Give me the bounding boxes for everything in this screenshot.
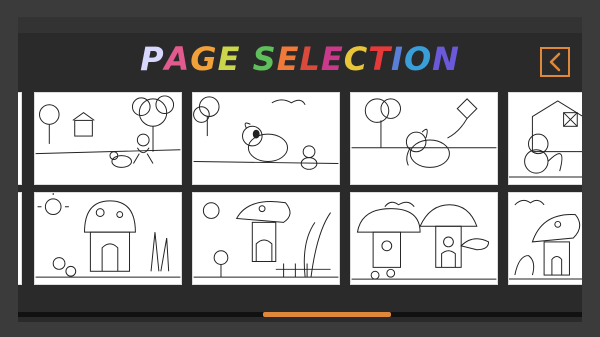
page-title: PAGE SELECTION — [0, 40, 600, 78]
title-letter: L — [299, 40, 321, 78]
back-button[interactable] — [540, 47, 570, 77]
top-bar — [18, 17, 582, 33]
title-letter: S — [252, 40, 277, 78]
title-letter: T — [368, 40, 392, 78]
title-letter: N — [432, 40, 460, 78]
coloring-page-squirrel-barn — [509, 100, 582, 178]
coloring-page-puppy-duck — [193, 96, 339, 170]
page-thumbnail-6[interactable] — [192, 192, 340, 285]
chevron-left-icon — [549, 52, 561, 72]
coloring-page-mushroom-meadow — [509, 199, 582, 280]
coloring-page-mushroom-house — [35, 193, 181, 278]
page-thumbnail-7[interactable] — [350, 192, 498, 285]
coloring-page-boy-park — [35, 95, 181, 168]
page-thumbnail-3[interactable] — [350, 92, 498, 185]
title-letter: G — [190, 40, 218, 78]
page-thumbnail-partial-left-2[interactable] — [18, 192, 22, 285]
page-thumbnail-partial-left[interactable] — [18, 92, 22, 185]
title-letter: E — [276, 40, 300, 78]
title-letter: I — [391, 40, 404, 78]
coloring-page-mushroom-garden — [193, 201, 339, 278]
title-letter: P — [140, 40, 165, 78]
page-thumbnail-8[interactable] — [508, 192, 582, 285]
coloring-page-mushroom-village — [351, 201, 497, 280]
page-thumbnail-2[interactable] — [192, 92, 340, 185]
title-letter: O — [403, 40, 433, 78]
page-grid — [18, 91, 582, 285]
page-thumbnail-4[interactable] — [508, 92, 582, 185]
title-letter: C — [343, 40, 369, 78]
title-letter: E — [217, 40, 241, 78]
coloring-page-elephant-kite — [351, 98, 497, 168]
title-letter: A — [164, 40, 191, 78]
title-letter: E — [320, 40, 344, 78]
page-thumbnail-1[interactable] — [34, 92, 182, 185]
page-thumbnail-5[interactable] — [34, 192, 182, 285]
scroll-thumb[interactable] — [263, 312, 391, 317]
title-letter — [240, 40, 252, 78]
